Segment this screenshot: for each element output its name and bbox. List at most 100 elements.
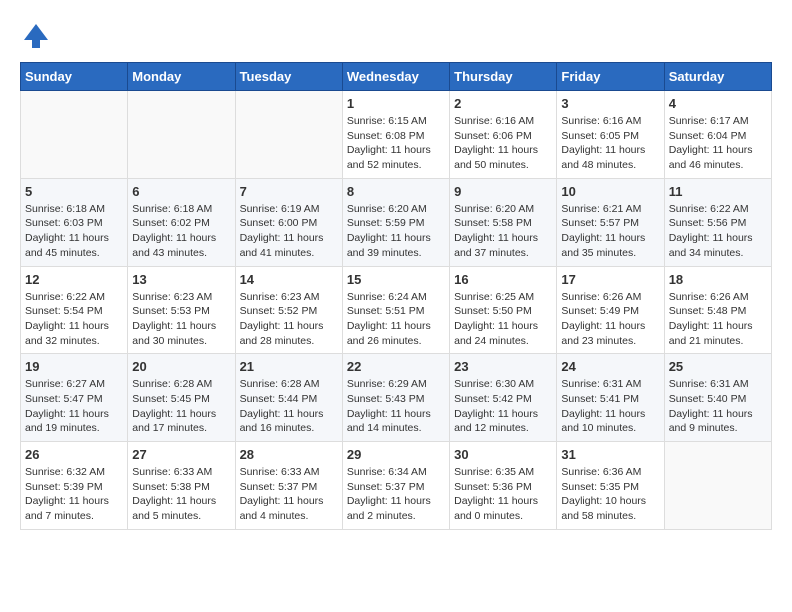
cell-content: Sunrise: 6:16 AM Sunset: 6:06 PM Dayligh… [454,114,552,173]
calendar-cell: 23Sunrise: 6:30 AM Sunset: 5:42 PM Dayli… [450,354,557,442]
calendar-week-row: 26 Sunrise: 6:32 AM Sunset: 5:39 PM Dayli… [21,442,772,530]
day-number: 12 [25,272,123,287]
day-number: 17 [561,272,659,287]
calendar-cell: 7Sunrise: 6:19 AM Sunset: 6:00 PM Daylig… [235,178,342,266]
calendar-cell [664,442,771,530]
calendar-cell: 11 Sunrise: 6:22 AM Sunset: 5:56 PM Dayli… [664,178,771,266]
day-number: 16 [454,272,552,287]
day-number: 21 [240,359,338,374]
cell-content: Sunrise: 6:26 AM Sunset: 5:48 PM Dayligh… [669,290,767,349]
day-number: 26 [25,447,123,462]
weekday-friday: Friday [557,63,664,91]
cell-content: Sunrise: 6:26 AM Sunset: 5:49 PM Dayligh… [561,290,659,349]
cell-content: Sunrise: 6:25 AM Sunset: 5:50 PM Dayligh… [454,290,552,349]
calendar-cell [128,91,235,179]
calendar-cell: 4 Sunrise: 6:17 AM Sunset: 6:04 PM Daylig… [664,91,771,179]
day-number: 15 [347,272,445,287]
cell-content: Sunrise: 6:16 AM Sunset: 6:05 PM Dayligh… [561,114,659,173]
calendar-cell: 1Sunrise: 6:15 AM Sunset: 6:08 PM Daylig… [342,91,449,179]
day-number: 4 [669,96,767,111]
cell-content: Sunrise: 6:35 AM Sunset: 5:36 PM Dayligh… [454,465,552,524]
calendar-cell: 2 Sunrise: 6:16 AM Sunset: 6:06 PM Daylig… [450,91,557,179]
calendar-cell: 28Sunrise: 6:33 AM Sunset: 5:37 PM Dayli… [235,442,342,530]
calendar-cell: 21 Sunrise: 6:28 AM Sunset: 5:44 PM Dayli… [235,354,342,442]
day-number: 20 [132,359,230,374]
calendar-cell: 27 Sunrise: 6:33 AM Sunset: 5:38 PM Dayli… [128,442,235,530]
day-number: 31 [561,447,659,462]
calendar-cell: 14 Sunrise: 6:23 AM Sunset: 5:52 PM Dayli… [235,266,342,354]
day-number: 14 [240,272,338,287]
day-number: 10 [561,184,659,199]
calendar-week-row: 1Sunrise: 6:15 AM Sunset: 6:08 PM Daylig… [21,91,772,179]
cell-content: Sunrise: 6:33 AM Sunset: 5:37 PM Dayligh… [240,465,338,524]
cell-content: Sunrise: 6:24 AM Sunset: 5:51 PM Dayligh… [347,290,445,349]
cell-content: Sunrise: 6:22 AM Sunset: 5:54 PM Dayligh… [25,290,123,349]
calendar-cell: 29 Sunrise: 6:34 AM Sunset: 5:37 PM Dayli… [342,442,449,530]
calendar-cell: 16 Sunrise: 6:25 AM Sunset: 5:50 PM Dayli… [450,266,557,354]
calendar-cell: 13 Sunrise: 6:23 AM Sunset: 5:53 PM Dayli… [128,266,235,354]
day-number: 25 [669,359,767,374]
cell-content: Sunrise: 6:27 AM Sunset: 5:47 PM Dayligh… [25,377,123,436]
cell-content: Sunrise: 6:18 AM Sunset: 6:02 PM Dayligh… [132,202,230,261]
weekday-saturday: Saturday [664,63,771,91]
calendar-cell [235,91,342,179]
day-number: 6 [132,184,230,199]
calendar-cell: 5 Sunrise: 6:18 AM Sunset: 6:03 PM Daylig… [21,178,128,266]
cell-content: Sunrise: 6:22 AM Sunset: 5:56 PM Dayligh… [669,202,767,261]
cell-content: Sunrise: 6:31 AM Sunset: 5:40 PM Dayligh… [669,377,767,436]
calendar-cell: 24 Sunrise: 6:31 AM Sunset: 5:41 PM Dayli… [557,354,664,442]
day-number: 27 [132,447,230,462]
day-number: 3 [561,96,659,111]
cell-content: Sunrise: 6:17 AM Sunset: 6:04 PM Dayligh… [669,114,767,173]
cell-content: Sunrise: 6:36 AM Sunset: 5:35 PM Dayligh… [561,465,659,524]
calendar-cell: 12 Sunrise: 6:22 AM Sunset: 5:54 PM Dayli… [21,266,128,354]
day-number: 11 [669,184,767,199]
cell-content: Sunrise: 6:30 AM Sunset: 5:42 PM Dayligh… [454,377,552,436]
calendar-cell: 8 Sunrise: 6:20 AM Sunset: 5:59 PM Daylig… [342,178,449,266]
weekday-wednesday: Wednesday [342,63,449,91]
calendar-table: SundayMondayTuesdayWednesdayThursdayFrid… [20,62,772,530]
calendar-week-row: 19 Sunrise: 6:27 AM Sunset: 5:47 PM Dayli… [21,354,772,442]
calendar-cell: 10Sunrise: 6:21 AM Sunset: 5:57 PM Dayli… [557,178,664,266]
day-number: 13 [132,272,230,287]
day-number: 22 [347,359,445,374]
cell-content: Sunrise: 6:18 AM Sunset: 6:03 PM Dayligh… [25,202,123,261]
calendar-cell: 25 Sunrise: 6:31 AM Sunset: 5:40 PM Dayli… [664,354,771,442]
page-header [20,20,772,52]
day-number: 9 [454,184,552,199]
weekday-sunday: Sunday [21,63,128,91]
day-number: 2 [454,96,552,111]
cell-content: Sunrise: 6:31 AM Sunset: 5:41 PM Dayligh… [561,377,659,436]
day-number: 5 [25,184,123,199]
weekday-tuesday: Tuesday [235,63,342,91]
cell-content: Sunrise: 6:23 AM Sunset: 5:52 PM Dayligh… [240,290,338,349]
calendar-cell: 31 Sunrise: 6:36 AM Sunset: 5:35 PM Dayli… [557,442,664,530]
calendar-cell: 30 Sunrise: 6:35 AM Sunset: 5:36 PM Dayli… [450,442,557,530]
cell-content: Sunrise: 6:34 AM Sunset: 5:37 PM Dayligh… [347,465,445,524]
cell-content: Sunrise: 6:20 AM Sunset: 5:59 PM Dayligh… [347,202,445,261]
calendar-cell: 15 Sunrise: 6:24 AM Sunset: 5:51 PM Dayli… [342,266,449,354]
day-number: 8 [347,184,445,199]
day-number: 30 [454,447,552,462]
calendar-cell: 19 Sunrise: 6:27 AM Sunset: 5:47 PM Dayli… [21,354,128,442]
cell-content: Sunrise: 6:33 AM Sunset: 5:38 PM Dayligh… [132,465,230,524]
calendar-cell: 17 Sunrise: 6:26 AM Sunset: 5:49 PM Dayli… [557,266,664,354]
calendar-cell: 9Sunrise: 6:20 AM Sunset: 5:58 PM Daylig… [450,178,557,266]
calendar-week-row: 5 Sunrise: 6:18 AM Sunset: 6:03 PM Daylig… [21,178,772,266]
cell-content: Sunrise: 6:28 AM Sunset: 5:44 PM Dayligh… [240,377,338,436]
day-number: 18 [669,272,767,287]
calendar-cell: 6 Sunrise: 6:18 AM Sunset: 6:02 PM Daylig… [128,178,235,266]
cell-content: Sunrise: 6:23 AM Sunset: 5:53 PM Dayligh… [132,290,230,349]
day-number: 29 [347,447,445,462]
day-number: 19 [25,359,123,374]
cell-content: Sunrise: 6:32 AM Sunset: 5:39 PM Dayligh… [25,465,123,524]
weekday-header-row: SundayMondayTuesdayWednesdayThursdayFrid… [21,63,772,91]
weekday-monday: Monday [128,63,235,91]
cell-content: Sunrise: 6:29 AM Sunset: 5:43 PM Dayligh… [347,377,445,436]
calendar-cell: 22 Sunrise: 6:29 AM Sunset: 5:43 PM Dayli… [342,354,449,442]
calendar-week-row: 12 Sunrise: 6:22 AM Sunset: 5:54 PM Dayli… [21,266,772,354]
day-number: 24 [561,359,659,374]
logo-icon [20,20,52,52]
calendar-cell: 20Sunrise: 6:28 AM Sunset: 5:45 PM Dayli… [128,354,235,442]
cell-content: Sunrise: 6:19 AM Sunset: 6:00 PM Dayligh… [240,202,338,261]
